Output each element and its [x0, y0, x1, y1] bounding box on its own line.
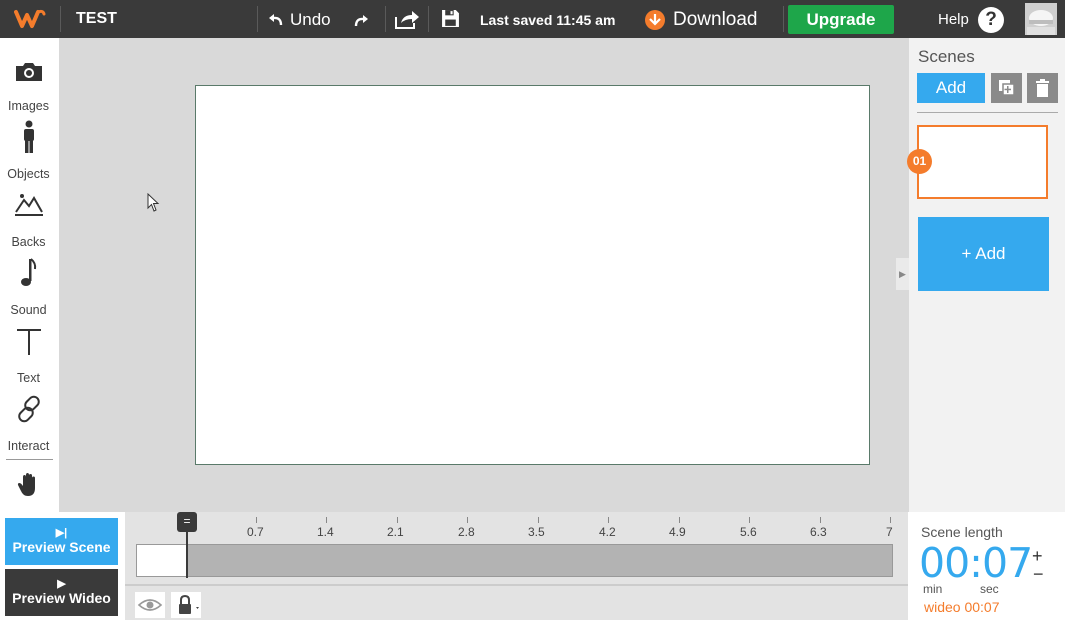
decrease-length-button[interactable]: − [1033, 564, 1044, 585]
divider [783, 6, 784, 32]
add-new-scene-button[interactable]: + Add [918, 217, 1049, 291]
playhead-handle[interactable]: = [177, 512, 197, 532]
ruler-tick [326, 517, 327, 523]
help-icon[interactable]: ? [978, 7, 1004, 33]
tool-label: Backs [11, 235, 46, 249]
lock-toggle[interactable] [171, 592, 201, 618]
ruler-label: 5.6 [740, 525, 757, 539]
mountain-icon [15, 194, 43, 216]
person-icon [24, 120, 34, 153]
tool-text[interactable]: Text [0, 322, 57, 386]
visibility-toggle[interactable] [135, 592, 165, 618]
scenes-title: Scenes [918, 47, 975, 66]
tool-label: Objects [7, 167, 50, 181]
camera-icon [16, 63, 42, 81]
ruler-tick [679, 517, 680, 523]
tool-label: Images [8, 99, 49, 113]
last-saved-status: Last saved 11:45 am [480, 12, 616, 28]
tool-label: Sound [10, 303, 47, 317]
wideo-logo-icon[interactable] [14, 6, 46, 32]
upgrade-button[interactable]: Upgrade [788, 5, 894, 34]
timeline-track[interactable] [136, 544, 893, 577]
collapse-panel-handle[interactable]: ▶ [896, 258, 909, 290]
eye-icon [137, 599, 163, 611]
ruler-label: 2.8 [458, 525, 475, 539]
ruler-tick [820, 517, 821, 523]
divider [428, 6, 429, 32]
preview-scene-label: Preview Scene [12, 539, 111, 555]
tool-sound[interactable]: Sound [0, 254, 57, 318]
seconds-label: sec [980, 582, 999, 596]
music-note-icon [21, 258, 37, 286]
text-icon [17, 329, 41, 355]
tool-backs[interactable]: Backs [0, 186, 57, 250]
project-title[interactable]: TEST [76, 10, 117, 28]
save-icon[interactable] [441, 9, 460, 28]
download-icon[interactable] [645, 10, 665, 30]
timeline-clip-start[interactable] [136, 544, 187, 577]
ruler-label: 0.7 [247, 525, 264, 539]
ruler-tick [256, 517, 257, 523]
mouse-cursor-icon [147, 193, 160, 212]
ruler-label: 4.2 [599, 525, 616, 539]
link-icon [18, 395, 40, 423]
ruler-tick [397, 517, 398, 523]
play-icon: ▶ [57, 578, 66, 590]
ruler-label: 2.1 [387, 525, 404, 539]
avatar[interactable] [1025, 3, 1057, 35]
undo-button[interactable]: Undo [290, 10, 331, 30]
preview-scene-button[interactable]: ▶| Preview Scene [5, 518, 118, 565]
trash-icon [1036, 79, 1049, 97]
tool-label: Interact [7, 439, 50, 453]
delete-scene-button[interactable] [1027, 73, 1058, 103]
scene-length-value[interactable]: 00:07 [919, 539, 1033, 587]
divider [385, 6, 386, 32]
help-label[interactable]: Help [938, 11, 969, 28]
ruler-label: 4.9 [669, 525, 686, 539]
scene-number-badge: 01 [907, 149, 932, 174]
wideo-total-length: wideo 00:07 [924, 599, 1000, 615]
ruler-tick [538, 517, 539, 523]
lock-icon [179, 594, 199, 614]
redo-icon[interactable] [353, 12, 369, 28]
left-toolbar: Images Objects Backs Sound Text Interact [0, 38, 59, 512]
scene-length-label: Scene length [921, 524, 1003, 540]
undo-icon[interactable] [268, 11, 284, 27]
share-icon[interactable] [394, 9, 420, 29]
scene-thumbnail[interactable] [917, 125, 1048, 199]
ruler-label: 1.4 [317, 525, 334, 539]
divider [60, 6, 61, 32]
tool-label: Text [17, 371, 40, 385]
timeline: 0.7 1.4 2.1 2.8 3.5 4.2 4.9 5.6 6.3 7 = [125, 512, 908, 620]
ruler-tick [890, 517, 891, 523]
hand-pan-icon[interactable] [17, 472, 41, 498]
preview-wideo-button[interactable]: ▶ Preview Wideo [5, 569, 118, 616]
playhead-line [186, 530, 188, 578]
play-step-icon: ▶| [55, 527, 68, 539]
ruler-label: 6.3 [810, 525, 827, 539]
divider [6, 459, 53, 460]
top-bar: TEST Undo Last saved 11:45 am Download U… [0, 0, 1065, 38]
preview-wideo-label: Preview Wideo [12, 590, 111, 606]
ruler-tick [608, 517, 609, 523]
divider [917, 112, 1058, 113]
scene-stage[interactable] [195, 85, 870, 465]
ruler-label: 3.5 [528, 525, 545, 539]
download-button[interactable]: Download [673, 9, 758, 31]
scenes-panel: Scenes Add 01 + Add [907, 38, 1065, 512]
tool-interact[interactable]: Interact [0, 390, 57, 454]
duplicate-icon [999, 80, 1015, 96]
ruler-tick [467, 517, 468, 523]
tool-images[interactable]: Images [0, 50, 57, 114]
ruler-label: 7 [886, 525, 893, 539]
minutes-label: min [923, 582, 943, 596]
divider [125, 584, 908, 586]
divider [257, 6, 258, 32]
bottom-bar: ▶| Preview Scene ▶ Preview Wideo 0.7 1.4… [0, 512, 1065, 620]
tool-objects[interactable]: Objects [0, 118, 57, 182]
add-scene-button[interactable]: Add [917, 73, 985, 103]
ruler-tick [749, 517, 750, 523]
duplicate-scene-button[interactable] [991, 73, 1022, 103]
